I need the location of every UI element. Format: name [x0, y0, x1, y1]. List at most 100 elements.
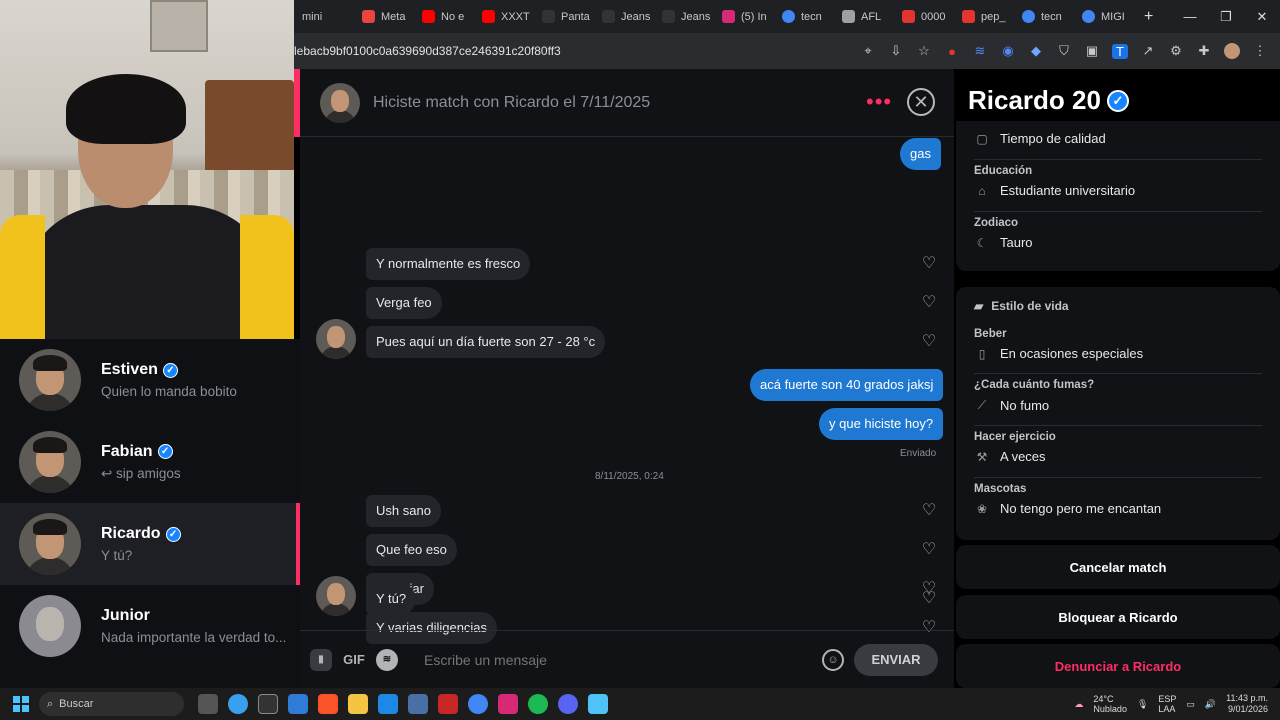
menu-dots-icon[interactable]: ⋮ [1252, 43, 1268, 59]
profile-avatar-icon[interactable] [1224, 43, 1240, 59]
network-icon[interactable]: ▭ [1186, 699, 1195, 710]
volume-icon[interactable]: 🔊 [1205, 699, 1216, 710]
match-text: Junior Nada importante la verdad to... [101, 607, 286, 645]
profile-panel: Ricardo 20 ✓ ▢ Tiempo de calidad Educación… [954, 69, 1280, 688]
match-text: Ricardo ✓ Y tú? [101, 525, 181, 563]
close-window-button[interactable]: ✕ [1244, 9, 1280, 25]
maximize-button[interactable]: ❐ [1208, 9, 1244, 25]
extension-box-icon[interactable]: ▣ [1084, 43, 1100, 59]
browser-tab[interactable]: (5) In [714, 0, 774, 33]
lifestyle-title-label: Estilo de vida [991, 299, 1069, 313]
like-heart-icon[interactable]: ♡ [920, 502, 938, 520]
task-view-icon[interactable] [198, 694, 218, 714]
photos-icon[interactable] [378, 694, 398, 714]
message-bubble: Ush sano [366, 495, 441, 527]
verified-icon: ✓ [165, 526, 181, 542]
browser-tab[interactable]: MIGI [1074, 0, 1134, 33]
date-separator: 8/11/2025, 0:24 [595, 471, 664, 482]
moon-icon: ☾ [976, 235, 988, 250]
extension-tool-icon[interactable]: ↗ [1140, 43, 1156, 59]
adblock-icon[interactable]: ● [944, 44, 960, 59]
divider [974, 159, 1262, 160]
browser-tab[interactable]: Panta [534, 0, 594, 33]
weather-temperature: 24°C [1093, 694, 1114, 704]
minimize-button[interactable]: — [1172, 9, 1208, 25]
spotify-icon[interactable] [528, 694, 548, 714]
file-explorer-icon[interactable] [348, 694, 368, 714]
like-heart-icon[interactable]: ♡ [920, 333, 938, 351]
match-item-fabian[interactable]: Fabian ✓ ↩ sip amigos [0, 421, 300, 503]
chrome-icon[interactable] [468, 694, 488, 714]
location-icon[interactable]: ⌖ [860, 43, 876, 59]
match-item-ricardo[interactable]: Ricardo ✓ Y tú? [0, 503, 300, 585]
chat-bubble-icon: ▢ [976, 131, 988, 146]
taskbar-search[interactable]: ⌕ Buscar [39, 692, 184, 716]
extension-diamond-icon[interactable]: ◆ [1028, 43, 1044, 59]
extension-grid-icon[interactable]: ⚙ [1168, 43, 1184, 59]
browser-tab[interactable]: Jeans [654, 0, 714, 33]
avatar [19, 595, 81, 657]
extension-circle-icon[interactable]: ◉ [1000, 43, 1016, 59]
instagram-icon[interactable] [498, 694, 518, 714]
close-chat-button[interactable]: ✕ [907, 88, 935, 116]
more-options-icon[interactable]: ••• [866, 91, 892, 113]
bookmark-star-icon[interactable]: ☆ [916, 43, 932, 59]
drink-row: ▯ En ocasiones especiales [974, 346, 1264, 361]
message-composer: ▮ GIF ≋ ☺ ENVIAR [300, 630, 954, 688]
window-controls: — ❐ ✕ [1172, 9, 1280, 25]
send-button[interactable]: ENVIAR [854, 643, 938, 676]
emoji-icon[interactable]: ☺ [822, 648, 844, 671]
puzzle-icon[interactable]: ✚ [1196, 43, 1212, 59]
spotify-icon[interactable]: ≋ [376, 648, 398, 671]
extension-wave-icon[interactable]: ≋ [972, 43, 988, 59]
terminal-icon[interactable] [258, 694, 278, 714]
basics-card: ▢ Tiempo de calidad Educación ⌂ Estudiante… [956, 121, 1280, 271]
translate-icon[interactable]: T [1112, 43, 1128, 59]
browser-tab[interactable]: AFL [834, 0, 894, 33]
avatar[interactable] [320, 82, 360, 123]
tab-favicon-icon [842, 10, 855, 23]
browser-tab[interactable]: tecn [1014, 0, 1074, 33]
tiktok-icon [542, 10, 555, 23]
like-heart-icon[interactable]: ♡ [920, 590, 938, 608]
browser-tab[interactable]: pep_ [954, 0, 1014, 33]
copilot-icon[interactable] [228, 694, 248, 714]
like-heart-icon[interactable]: ♡ [920, 255, 938, 273]
sticker-icon[interactable]: ▮ [310, 648, 332, 671]
paw-icon: ❀ [976, 501, 988, 516]
snipping-icon[interactable] [438, 694, 458, 714]
browser-tab[interactable]: No e [414, 0, 474, 33]
cancel-match-button[interactable]: Cancelar match [956, 545, 1280, 589]
message-input[interactable] [424, 651, 814, 668]
mail-icon[interactable] [588, 694, 608, 714]
shield-icon[interactable]: ⛉ [1056, 43, 1072, 59]
install-icon[interactable]: ⇩ [888, 43, 904, 59]
store-icon[interactable] [288, 694, 308, 714]
brave-icon[interactable] [318, 694, 338, 714]
education-row: ⌂ Estudiante universitario [974, 183, 1264, 198]
windows-start-icon[interactable] [13, 696, 29, 712]
browser-tab[interactable]: 0000 [894, 0, 954, 33]
match-item-estiven[interactable]: Estiven ✓ Quien lo manda bobito [0, 339, 300, 421]
browser-tab[interactable]: mini [294, 0, 354, 33]
discord-icon[interactable] [558, 694, 578, 714]
block-button[interactable]: Bloquear a Ricardo [956, 595, 1280, 639]
url-field[interactable]: lebacb9bf0100c0a639690d387ce246391c20f80… [294, 44, 561, 58]
browser-tab[interactable]: XXXT [474, 0, 534, 33]
report-button[interactable]: Denunciar a Ricardo [956, 644, 1280, 688]
like-heart-icon[interactable]: ♡ [920, 294, 938, 312]
browser-tab[interactable]: Meta [354, 0, 414, 33]
browser-tab[interactable]: Jeans [594, 0, 654, 33]
new-tab-button[interactable]: + [1134, 8, 1163, 26]
microphone-icon[interactable]: 🎙 [1137, 699, 1148, 710]
language-indicator[interactable]: ESP LAA [1158, 694, 1176, 714]
weather-widget[interactable]: 24°C Nublado [1093, 694, 1127, 714]
match-item-junior[interactable]: Junior Nada importante la verdad to... [0, 585, 300, 667]
calculator-icon[interactable] [408, 694, 428, 714]
clock[interactable]: 11:43 p.m. 9/01/2026 [1226, 693, 1268, 715]
chat-header: Hiciste match con Ricardo el 7/11/2025 •… [300, 69, 954, 137]
browser-tab[interactable]: tecn [774, 0, 834, 33]
avatar [316, 319, 356, 359]
like-heart-icon[interactable]: ♡ [920, 541, 938, 559]
gif-button[interactable]: GIF [342, 649, 366, 671]
